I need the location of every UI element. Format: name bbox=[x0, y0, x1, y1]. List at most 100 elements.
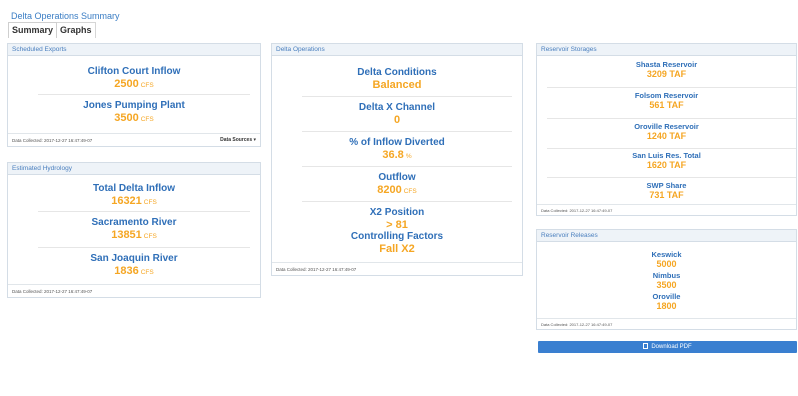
panel-footer: Data Collected: 2017-12-27 16:47:49-07 bbox=[537, 204, 796, 215]
metric-label: Nimbus bbox=[652, 271, 681, 280]
divider bbox=[547, 177, 796, 178]
metric-value: 5000 bbox=[656, 259, 677, 269]
metric-label: Controlling Factors bbox=[350, 231, 444, 242]
metric-unit: CFS bbox=[403, 188, 417, 195]
reservoir-storages-title: Reservoir Storages bbox=[537, 44, 796, 56]
metric-value: Balanced bbox=[372, 79, 422, 91]
metric-value: 1620 TAF bbox=[646, 160, 687, 170]
metric-unit: % bbox=[405, 153, 412, 160]
metric-value: 16321 CFS bbox=[111, 195, 157, 207]
metric-unit: CFS bbox=[143, 233, 157, 240]
divider bbox=[302, 96, 512, 97]
x2-position: X2 Position > 81 bbox=[272, 207, 522, 231]
tab-graphs[interactable]: Graphs bbox=[57, 22, 96, 38]
metric-value: 731 TAF bbox=[649, 190, 684, 200]
metric-label: SWP Share bbox=[646, 181, 687, 190]
metric-value: 1800 bbox=[656, 301, 677, 311]
metric-value: Fall X2 bbox=[379, 243, 415, 255]
swp-share: SWP Share 731 TAF bbox=[537, 181, 796, 200]
metric-label: Delta Conditions bbox=[357, 67, 437, 78]
divider bbox=[302, 166, 512, 167]
metric-value: 36.8% bbox=[382, 149, 412, 161]
data-collected-text: Data Collected: 2017-12-27 16:47:49-07 bbox=[541, 208, 613, 213]
clifton-court-inflow: Clifton Court Inflow 2500 CFS bbox=[8, 66, 260, 90]
metric-unit: CFS bbox=[143, 199, 157, 206]
metric-value: 3500 bbox=[656, 280, 677, 290]
panel-footer: Data Collected: 2017-12-27 16:47:49-07 bbox=[537, 318, 796, 329]
divider bbox=[38, 94, 250, 95]
metric-label: Delta X Channel bbox=[358, 102, 436, 113]
download-pdf-label: Download PDF bbox=[651, 344, 692, 350]
sacramento-river: Sacramento River 13851 CFS bbox=[8, 217, 260, 241]
data-collected-text: Data Collected: 2017-12-27 16:47:49-07 bbox=[276, 267, 357, 272]
metric-label: Sacramento River bbox=[91, 217, 177, 228]
reservoir-releases-panel: Reservoir Releases Keswick 5000 Nimbus 3… bbox=[536, 229, 797, 330]
nimbus: Nimbus 3500 bbox=[537, 271, 796, 290]
san-luis-reservoir-total: San Luis Res. Total 1620 TAF bbox=[537, 151, 796, 170]
data-sources-dropdown[interactable]: Data Sources ▾ bbox=[220, 134, 256, 146]
scheduled-exports-title: Scheduled Exports bbox=[8, 44, 260, 56]
divider bbox=[302, 201, 512, 202]
metric-label: Folsom Reservoir bbox=[634, 91, 699, 100]
tab-summary[interactable]: Summary bbox=[8, 22, 58, 38]
san-joaquin-river: San Joaquin River 1836 CFS bbox=[8, 253, 260, 277]
metric-label: Clifton Court Inflow bbox=[87, 66, 181, 77]
metric-value: > 81 bbox=[386, 219, 408, 231]
page-title: Delta Operations Summary bbox=[11, 11, 120, 21]
metric-value: 1240 TAF bbox=[646, 131, 687, 141]
outflow: Outflow 8200 CFS bbox=[272, 172, 522, 196]
divider bbox=[547, 118, 796, 119]
data-collected-text: Data Collected: 2017-12-27 16:47:49-07 bbox=[12, 289, 93, 294]
panel-footer: Data Collected: 2017-12-27 16:47:49-07 bbox=[8, 284, 260, 297]
metric-unit: CFS bbox=[140, 269, 154, 276]
divider bbox=[547, 87, 796, 88]
metric-value: 3500 CFS bbox=[114, 112, 154, 124]
panel-footer: Data Collected: 2017-12-27 16:47:49-07 bbox=[272, 262, 522, 275]
metric-value: 8200 CFS bbox=[377, 184, 417, 196]
metric-value: 561 TAF bbox=[649, 100, 684, 110]
inflow-diverted: % of Inflow Diverted 36.8% bbox=[272, 137, 522, 161]
keswick: Keswick 5000 bbox=[537, 250, 796, 269]
metric-label: Keswick bbox=[651, 250, 682, 259]
delta-operations-panel: Delta Operations Delta Conditions Balanc… bbox=[271, 43, 523, 276]
estimated-hydrology-title: Estimated Hydrology bbox=[8, 163, 260, 175]
metric-value: 1836 CFS bbox=[114, 265, 154, 277]
metric-unit: CFS bbox=[140, 116, 154, 123]
metric-value: 13851 CFS bbox=[111, 229, 157, 241]
metric-label: Total Delta Inflow bbox=[92, 183, 176, 194]
delta-x-channel: Delta X Channel 0 bbox=[272, 102, 522, 126]
delta-operations-title: Delta Operations bbox=[272, 44, 522, 56]
panel-footer: Data Collected: 2017-12-27 16:47:49-07 D… bbox=[8, 133, 260, 146]
metric-label: San Luis Res. Total bbox=[632, 151, 701, 160]
shasta-reservoir: Shasta Reservoir 3209 TAF bbox=[537, 60, 796, 79]
metric-value: 0 bbox=[393, 114, 401, 126]
metric-value: 3209 TAF bbox=[646, 69, 687, 79]
reservoir-storages-panel: Reservoir Storages Shasta Reservoir 3209… bbox=[536, 43, 797, 216]
folsom-reservoir: Folsom Reservoir 561 TAF bbox=[537, 91, 796, 110]
scheduled-exports-panel: Scheduled Exports Clifton Court Inflow 2… bbox=[7, 43, 261, 147]
metric-label: X2 Position bbox=[369, 207, 425, 218]
metric-label: Outflow bbox=[378, 172, 416, 183]
estimated-hydrology-panel: Estimated Hydrology Total Delta Inflow 1… bbox=[7, 162, 261, 298]
delta-conditions: Delta Conditions Balanced bbox=[272, 67, 522, 91]
oroville: Oroville 1800 bbox=[537, 292, 796, 311]
metric-label: % of Inflow Diverted bbox=[349, 137, 445, 148]
tab-bar: Summary Graphs bbox=[8, 22, 96, 38]
jones-pumping-plant: Jones Pumping Plant 3500 CFS bbox=[8, 100, 260, 124]
divider bbox=[38, 211, 250, 212]
metric-label: Oroville Reservoir bbox=[634, 122, 699, 131]
download-pdf-button[interactable]: Download PDF bbox=[538, 341, 797, 353]
divider bbox=[38, 247, 250, 248]
data-collected-text: Data Collected: 2017-12-27 16:47:49-07 bbox=[541, 322, 613, 327]
divider bbox=[302, 131, 512, 132]
divider bbox=[547, 148, 796, 149]
data-collected-text: Data Collected: 2017-12-27 16:47:49-07 bbox=[12, 138, 93, 143]
metric-label: Oroville bbox=[652, 292, 681, 301]
reservoir-releases-title: Reservoir Releases bbox=[537, 230, 796, 242]
metric-label: Shasta Reservoir bbox=[635, 60, 698, 69]
file-pdf-icon bbox=[643, 343, 649, 349]
oroville-reservoir: Oroville Reservoir 1240 TAF bbox=[537, 122, 796, 141]
metric-value: 2500 CFS bbox=[114, 78, 154, 90]
metric-unit: CFS bbox=[140, 82, 154, 89]
metric-label: Jones Pumping Plant bbox=[83, 100, 185, 111]
